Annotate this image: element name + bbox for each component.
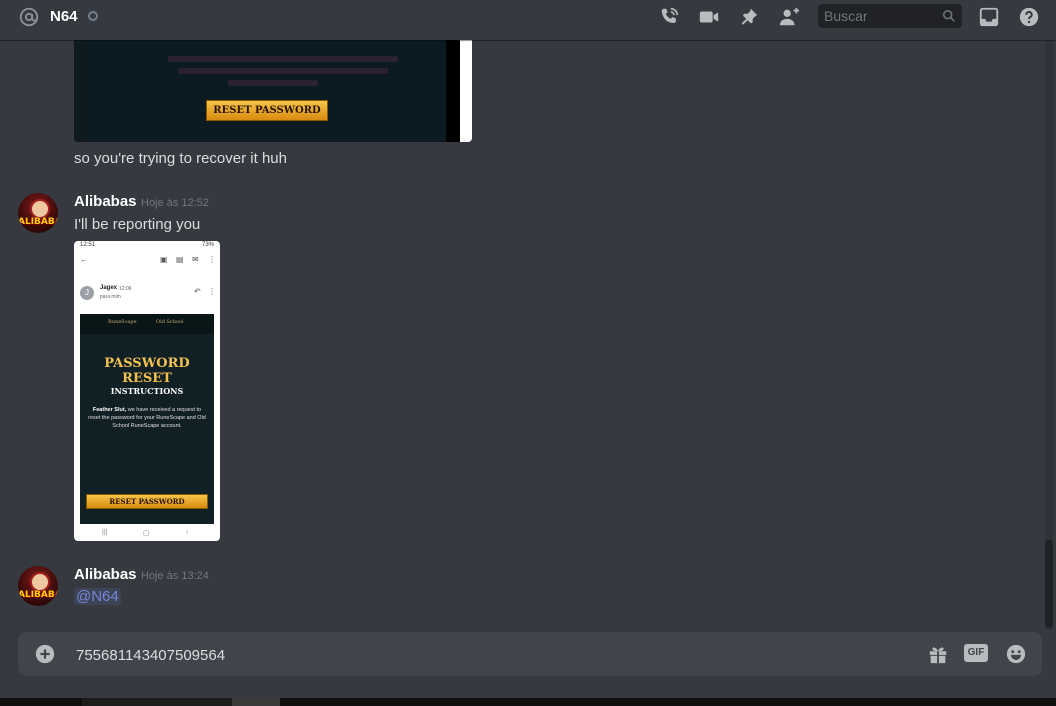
message-text: I'll be reporting you [74, 216, 201, 233]
status-icon [88, 11, 98, 21]
pin-icon[interactable] [738, 6, 760, 28]
android-nav-bar: ||| ▢ ‹ [74, 527, 220, 541]
mail-icon: ✉ [192, 255, 199, 264]
user-mention[interactable]: @N64 [74, 588, 121, 605]
gift-icon[interactable] [926, 643, 950, 665]
back-icon: ‹ [186, 529, 189, 536]
message-text: so you're trying to recover it huh [74, 150, 287, 167]
faint-text-line [178, 68, 388, 74]
message-list: RESET PASSWORD so you're trying to recov… [0, 40, 1044, 630]
help-icon[interactable] [1018, 6, 1040, 28]
recent-apps-icon: ||| [102, 529, 108, 536]
sender-name: Jagex [100, 285, 118, 291]
avatar[interactable]: ALIBABA'S [18, 193, 58, 233]
email-title-line: RESET [122, 371, 172, 386]
email-title-line: PASSWORD [104, 356, 190, 371]
email-body: RuneScape Old School PASSWORD RESET INST… [80, 314, 214, 524]
archive-icon: ▣ [160, 255, 168, 264]
avatar-label: ALIBABA'S [18, 590, 58, 600]
reset-password-button: RESET PASSWORD [206, 100, 328, 121]
message-timestamp: Hoje às 12:52 [141, 197, 209, 209]
more-icon: ⋮ [208, 255, 216, 264]
reset-password-button: RESET PASSWORD [86, 494, 208, 509]
phone-screenshot-attachment[interactable]: 12:51 73% ← ▣ ▤ ✉ ⋮ J Jagex 12:06 para m… [74, 241, 220, 541]
message-composer: GIF [18, 632, 1042, 678]
message-author[interactable]: Alibabas [74, 193, 137, 210]
back-arrow-icon: ← [80, 255, 88, 264]
delete-icon: ▤ [176, 255, 184, 264]
taskbar-item[interactable] [82, 698, 232, 706]
search-icon[interactable] [942, 9, 956, 23]
email-screenshot-attachment[interactable]: RESET PASSWORD [74, 40, 472, 142]
email-body: RESET PASSWORD [88, 40, 446, 142]
image-edge [446, 40, 460, 142]
avatar-face [30, 199, 50, 219]
phone-call-icon[interactable] [658, 6, 680, 28]
account-name: Feather Slut, [92, 407, 127, 413]
scrollbar-thumb[interactable] [1045, 540, 1053, 628]
avatar[interactable]: ALIBABA'S [18, 566, 58, 606]
more-icon: ⋮ [208, 287, 216, 296]
taskbar-item[interactable] [232, 698, 280, 706]
video-call-icon[interactable] [698, 6, 720, 28]
inbox-icon[interactable] [978, 6, 1000, 28]
message-author[interactable]: Alibabas [74, 566, 137, 583]
email-description: Feather Slut, we have received a request… [88, 406, 206, 430]
message-text: @N64 [74, 588, 121, 605]
faint-text-line [228, 80, 318, 86]
search-input[interactable] [818, 4, 934, 28]
gif-icon[interactable]: GIF [964, 644, 988, 662]
search-box[interactable] [818, 4, 962, 28]
avatar-face [30, 572, 50, 592]
email-subtitle: INSTRUCTIONS [110, 386, 184, 396]
sender-avatar: J [80, 286, 94, 300]
add-attachment-icon[interactable] [34, 643, 56, 665]
email-logo-bar: RuneScape Old School [80, 314, 214, 334]
home-icon: ▢ [143, 530, 150, 537]
faint-text-line [168, 56, 398, 62]
email-title: PASSWORD RESET [80, 356, 214, 386]
channel-title: N64 [50, 8, 78, 25]
runescape-logo: RuneScape [108, 319, 137, 325]
message-timestamp: Hoje às 13:24 [141, 570, 209, 582]
sender-time: 12:06 [119, 286, 132, 292]
oldschool-logo: Old School [156, 319, 184, 325]
channel-header: N64 [0, 0, 1056, 40]
avatar-label: ALIBABA'S [18, 217, 58, 227]
status-battery: 73% [201, 242, 214, 248]
message-input[interactable] [74, 632, 878, 678]
emoji-icon[interactable] [1004, 643, 1028, 665]
image-edge [460, 40, 472, 142]
add-member-icon[interactable] [778, 6, 800, 28]
reply-icon: ↶ [194, 287, 201, 296]
sender-recipient: para mim [100, 294, 121, 300]
taskbar [0, 698, 1056, 706]
at-icon [19, 7, 39, 27]
status-time: 12:51 [80, 242, 96, 248]
